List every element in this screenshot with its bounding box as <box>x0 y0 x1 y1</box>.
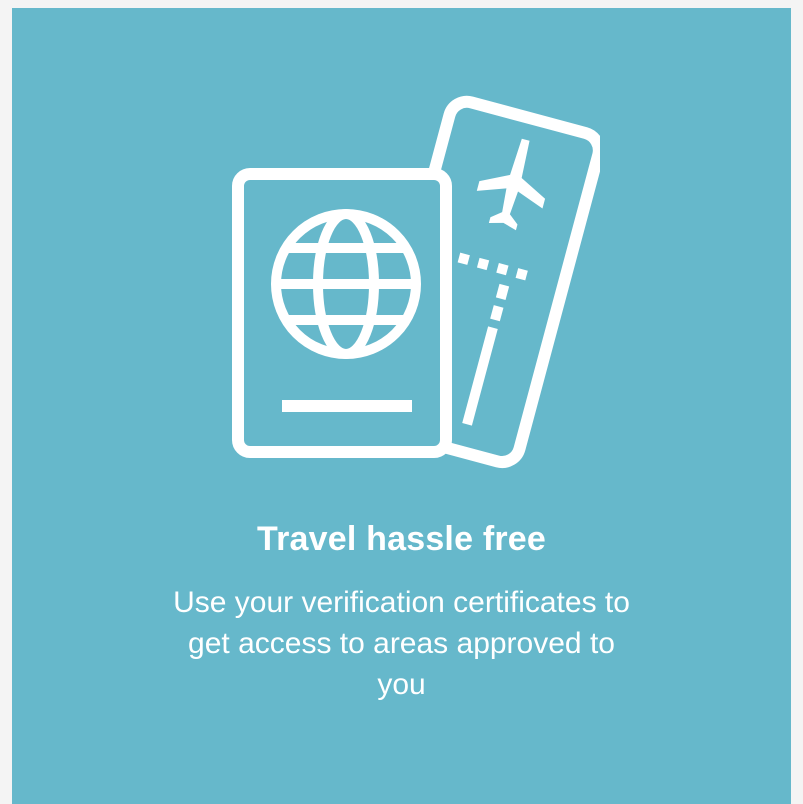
onboarding-card: Travel hassle free Use your verification… <box>12 8 791 804</box>
onboarding-title: Travel hassle free <box>256 520 546 558</box>
onboarding-description: Use your verification certificates to ge… <box>173 586 630 701</box>
passport-and-boarding-pass-icon <box>220 90 600 480</box>
passport-name-line <box>282 400 412 412</box>
passport-icon <box>232 168 452 458</box>
